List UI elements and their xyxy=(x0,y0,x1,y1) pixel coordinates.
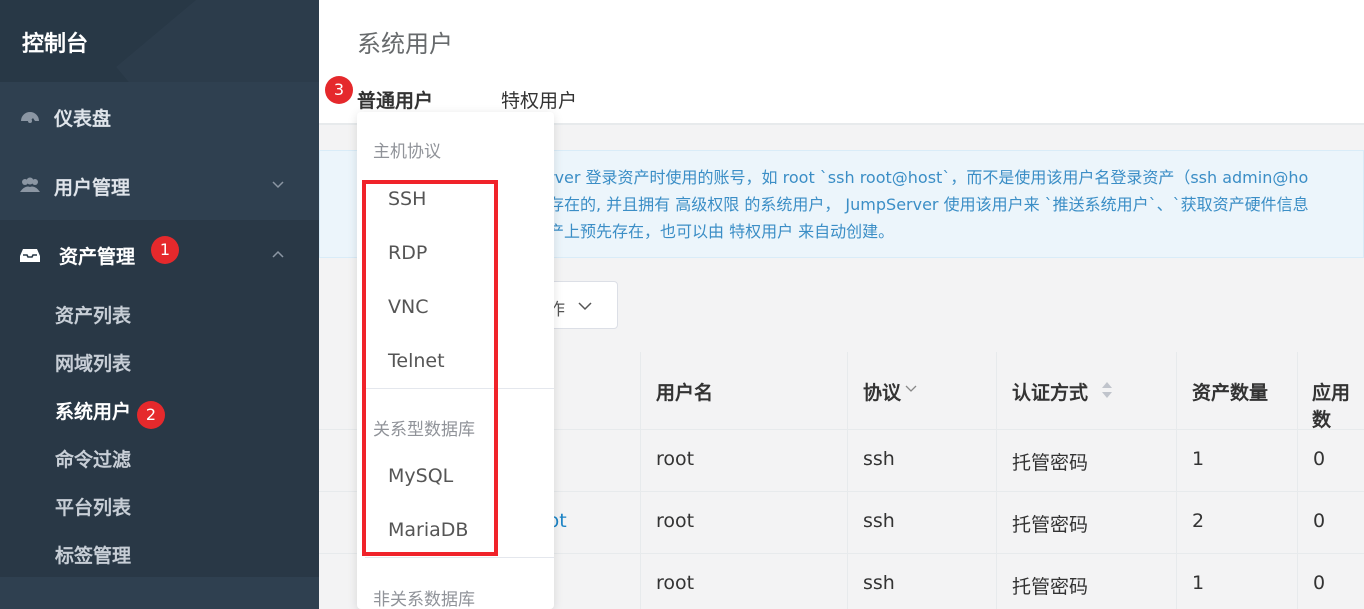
page-title: 系统用户 xyxy=(357,30,453,58)
cell-text: 托管密码 xyxy=(1012,452,1089,474)
table-cell-asset-count: 1 xyxy=(1177,554,1298,609)
cell-text: 1 xyxy=(1192,448,1205,470)
sidebar-item-domain-list[interactable]: 网域列表 xyxy=(0,337,319,385)
cell-text: 0 xyxy=(1313,448,1326,470)
table-cell-auth: 托管密码 xyxy=(997,554,1177,609)
table-cell-app-count: 0 xyxy=(1298,554,1364,609)
asset-submenu: 资产列表 网域列表 系统用户 2 命令过滤 平台列表 标签管理 xyxy=(0,289,319,577)
cell-text: 0 xyxy=(1313,572,1326,594)
sidebar-item-label: 资产管理 xyxy=(59,246,136,268)
sidebar-item-command-filter[interactable]: 命令过滤 xyxy=(0,433,319,481)
sidebar-item-asset-management[interactable]: 资产管理 1 xyxy=(0,220,319,289)
table-header-app-count[interactable]: 应用数 xyxy=(1298,352,1364,431)
chevron-down-icon xyxy=(578,302,592,311)
header-label: 资产数量 xyxy=(1192,382,1269,404)
sort-icon[interactable] xyxy=(1100,380,1114,400)
cell-text: 托管密码 xyxy=(1012,514,1089,536)
page-header: 系统用户 普通用户 特权用户 xyxy=(319,0,1364,125)
table-cell-app-count: 0 xyxy=(1298,430,1364,492)
chevron-up-icon xyxy=(272,250,284,258)
dropdown-group-nosql: 非关系数据库 xyxy=(373,590,475,609)
sidebar-item-system-user[interactable]: 系统用户 2 xyxy=(0,385,319,433)
inbox-icon xyxy=(20,249,40,262)
sidebar-item-label: 仪表盘 xyxy=(54,108,112,130)
step-badge-2: 2 xyxy=(137,401,165,429)
chevron-down-icon xyxy=(272,181,284,189)
sidebar-item-dashboard[interactable]: 仪表盘 xyxy=(0,82,319,151)
header-label: 认证方式 xyxy=(1012,382,1089,404)
table-cell-app-count: 0 xyxy=(1298,492,1364,554)
sidebar-item-label: 资产列表 xyxy=(55,305,132,327)
step-badge-1: 1 xyxy=(151,236,179,264)
table-cell-protocol: ssh xyxy=(848,554,997,609)
cell-text: root xyxy=(656,510,695,532)
sidebar-menu: 仪表盘 用户管理 资产管理 1 资产列表 网域列表 系统用户 2 命令过滤 平台… xyxy=(0,82,319,577)
table-cell-asset-count: 2 xyxy=(1177,492,1298,554)
table-cell-asset-count: 1 xyxy=(1177,430,1298,492)
table-cell-username: root xyxy=(641,492,848,554)
cell-text: 2 xyxy=(1192,510,1205,532)
cell-text: ssh xyxy=(863,572,895,594)
dropdown-group-host: 主机协议 xyxy=(373,142,441,162)
table-header-asset-count[interactable]: 资产数量 xyxy=(1177,352,1298,430)
table-cell-username: root xyxy=(641,430,848,492)
sidebar-item-label-management[interactable]: 标签管理 xyxy=(0,529,319,577)
dropdown-divider xyxy=(365,557,554,558)
sidebar-item-asset-list[interactable]: 资产列表 xyxy=(0,289,319,337)
sidebar-item-label: 平台列表 xyxy=(55,497,132,519)
sidebar-item-platform-list[interactable]: 平台列表 xyxy=(0,481,319,529)
sidebar-item-user-management[interactable]: 用户管理 xyxy=(0,151,319,220)
table-cell-protocol: ssh xyxy=(848,492,997,554)
cell-text: root xyxy=(656,448,695,470)
cell-text: root xyxy=(656,572,695,594)
table-cell-auth: 托管密码 xyxy=(997,430,1177,492)
sidebar: 控制台 仪表盘 用户管理 资产管理 1 资产列表 网域列表 系统用户 2 命令过… xyxy=(0,0,319,609)
cell-text: ssh xyxy=(863,510,895,532)
tab-privileged-users[interactable]: 特权用户 xyxy=(501,86,577,113)
cell-text: 托管密码 xyxy=(1012,576,1089,598)
table-cell-username: root xyxy=(641,554,848,609)
header-label: 应用数 xyxy=(1312,382,1351,431)
table-cell-auth: 托管密码 xyxy=(997,492,1177,554)
cell-text: 0 xyxy=(1313,510,1326,532)
tab-normal-users[interactable]: 普通用户 xyxy=(357,86,433,113)
sidebar-item-label: 网域列表 xyxy=(55,353,132,375)
users-icon xyxy=(20,177,40,192)
cell-text: 1 xyxy=(1192,572,1205,594)
table-cell-protocol: ssh xyxy=(848,430,997,492)
sidebar-item-label: 标签管理 xyxy=(55,545,132,567)
table-header-username[interactable]: 用户名 xyxy=(641,352,848,430)
sidebar-item-label: 命令过滤 xyxy=(55,449,132,471)
chevron-down-icon xyxy=(905,385,917,392)
table-header-protocol[interactable]: 协议 xyxy=(848,352,997,430)
info-line-2: 存在的, 并且拥有 高级权限 的系统用户， JumpServer 使用该用户来 … xyxy=(548,195,1309,214)
table-header-auth[interactable]: 认证方式 xyxy=(997,352,1177,430)
cell-text: ssh xyxy=(863,448,895,470)
info-line-3: 产上预先存在，也可以由 特权用户 来自动创建。 xyxy=(548,222,895,241)
step-badge-3: 3 xyxy=(325,76,353,104)
info-line-1: rver 登录资产时使用的账号，如 root `ssh root@host`，而… xyxy=(548,168,1309,187)
header-label: 用户名 xyxy=(656,382,714,404)
header-label: 协议 xyxy=(863,382,902,404)
sidebar-header: 控制台 xyxy=(0,0,319,82)
sidebar-item-label: 系统用户 xyxy=(55,401,132,423)
sidebar-item-label: 用户管理 xyxy=(54,177,131,199)
console-title[interactable]: 控制台 xyxy=(22,26,88,58)
dashboard-icon xyxy=(21,112,39,123)
highlight-annotation-box xyxy=(362,180,498,556)
sidebar-footer xyxy=(0,592,319,609)
